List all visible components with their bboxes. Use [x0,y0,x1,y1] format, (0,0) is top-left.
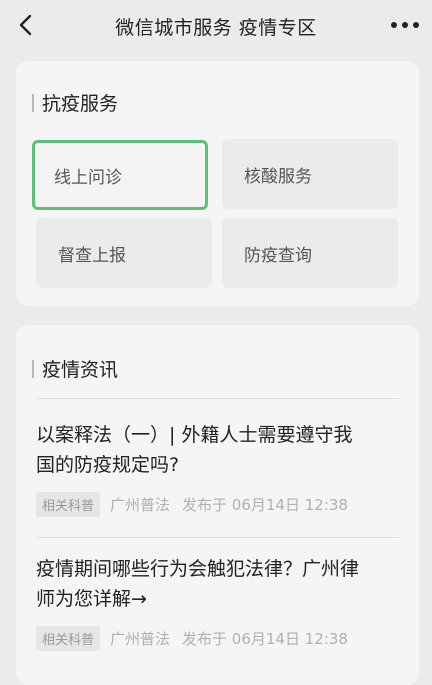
article-tag: 相关科普 [36,626,101,651]
services-card: 抗疫服务 线上问诊 核酸服务 督查上报 防疫查询 [16,61,419,306]
article-headline-line: 疫情期间哪些行为会触犯法律？广州律 [36,558,360,580]
news-section-header: 疫情资讯 [32,355,118,382]
article-headline: 疫情期间哪些行为会触犯法律？广州律 师为您详解→ [36,554,401,614]
news-section-title: 疫情资讯 [42,359,119,381]
news-card: 疫情资讯 以案释法（一）| 外籍人士需要遵守我 国的防疫规定吗? 相关科普 广州… [16,325,419,685]
article-date: 发布于 06月14日 12:38 [182,496,348,514]
service-label: 线上问诊 [54,167,122,188]
nav-bar: 微信城市服务 疫情专区 [0,0,432,52]
divider [36,398,399,399]
more-button[interactable] [388,12,422,38]
page-title: 微信城市服务 疫情专区 [115,17,317,39]
service-label: 核酸服务 [244,166,312,187]
service-label: 防疫查询 [244,245,312,266]
article-meta: 相关科普 广州普法 发布于 06月14日 12:38 [36,492,401,517]
divider [36,537,399,538]
section-marker [32,359,34,378]
services-section-header: 抗疫服务 [32,89,118,116]
services-section-title: 抗疫服务 [42,93,119,115]
article-headline-line: 国的防疫规定吗? [36,454,180,476]
service-nucleic-acid[interactable]: 核酸服务 [222,139,398,209]
service-epidemic-query[interactable]: 防疫查询 [222,218,398,288]
article-headline-line: 师为您详解→ [36,588,147,610]
section-marker [32,93,34,112]
article-date: 发布于 06月14日 12:38 [182,630,348,648]
article-meta: 相关科普 广州普法 发布于 06月14日 12:38 [36,626,401,651]
news-article[interactable]: 以案释法（一）| 外籍人士需要遵守我 国的防疫规定吗? 相关科普 广州普法 发布… [36,420,401,517]
article-tag: 相关科普 [36,492,101,517]
article-headline: 以案释法（一）| 外籍人士需要遵守我 国的防疫规定吗? [36,420,401,480]
article-source: 广州普法 [110,630,171,648]
more-dots-icon [391,22,419,28]
news-article[interactable]: 疫情期间哪些行为会触犯法律？广州律 师为您详解→ 相关科普 广州普法 发布于 0… [36,554,401,651]
service-label: 督查上报 [58,245,126,266]
service-online-consultation[interactable]: 线上问诊 [32,140,208,210]
article-headline-line: 以案释法（一）| 外籍人士需要遵守我 [36,424,353,446]
article-source: 广州普法 [110,496,171,514]
service-inspection-report[interactable]: 督查上报 [36,218,212,288]
